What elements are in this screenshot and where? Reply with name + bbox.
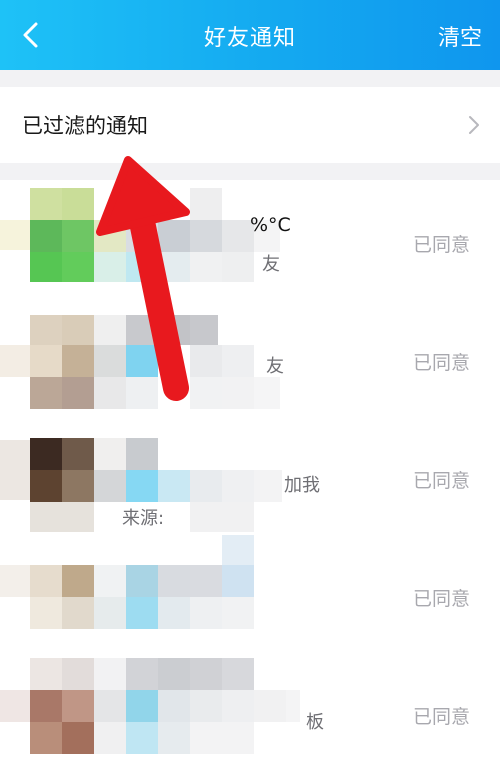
filtered-notifications-row[interactable]: 已过滤的通知 <box>0 87 500 163</box>
page-title: 好友通知 <box>203 26 296 51</box>
status-agreed-label: 已同意 <box>412 470 470 492</box>
friend-request-item[interactable]: 已同意 <box>0 534 500 652</box>
blurred-text-fragment: 友 <box>266 356 284 377</box>
blurred-text-fragment: %°C <box>250 214 291 236</box>
friend-request-item[interactable]: 友 已同意 <box>0 298 500 416</box>
blurred-text-fragment: 友 <box>262 254 280 275</box>
blurred-text-fragment: 板 <box>306 712 324 733</box>
blurred-text-fragment: 来源: <box>122 508 165 529</box>
friend-request-item[interactable]: 板 已同意 <box>0 652 500 770</box>
friend-request-list: %°C 友 已同意 友 已同意 加我 来源: 已同意 已同意 板 已同意 <box>0 180 500 779</box>
status-agreed-label: 已同意 <box>412 234 470 256</box>
friend-request-item[interactable]: 加我 来源: 已同意 <box>0 416 500 534</box>
top-bar: 好友通知 清空 <box>0 0 500 70</box>
blurred-text-fragment: 加我 <box>284 475 320 496</box>
status-agreed-label: 已同意 <box>412 588 470 610</box>
friend-request-item[interactable]: %°C 友 已同意 <box>0 180 500 298</box>
clear-button[interactable]: 清空 <box>438 20 482 52</box>
status-agreed-label: 已同意 <box>412 352 470 374</box>
status-agreed-label: 已同意 <box>412 706 470 728</box>
chevron-right-icon <box>469 116 479 134</box>
filtered-notifications-label: 已过滤的通知 <box>22 114 148 138</box>
